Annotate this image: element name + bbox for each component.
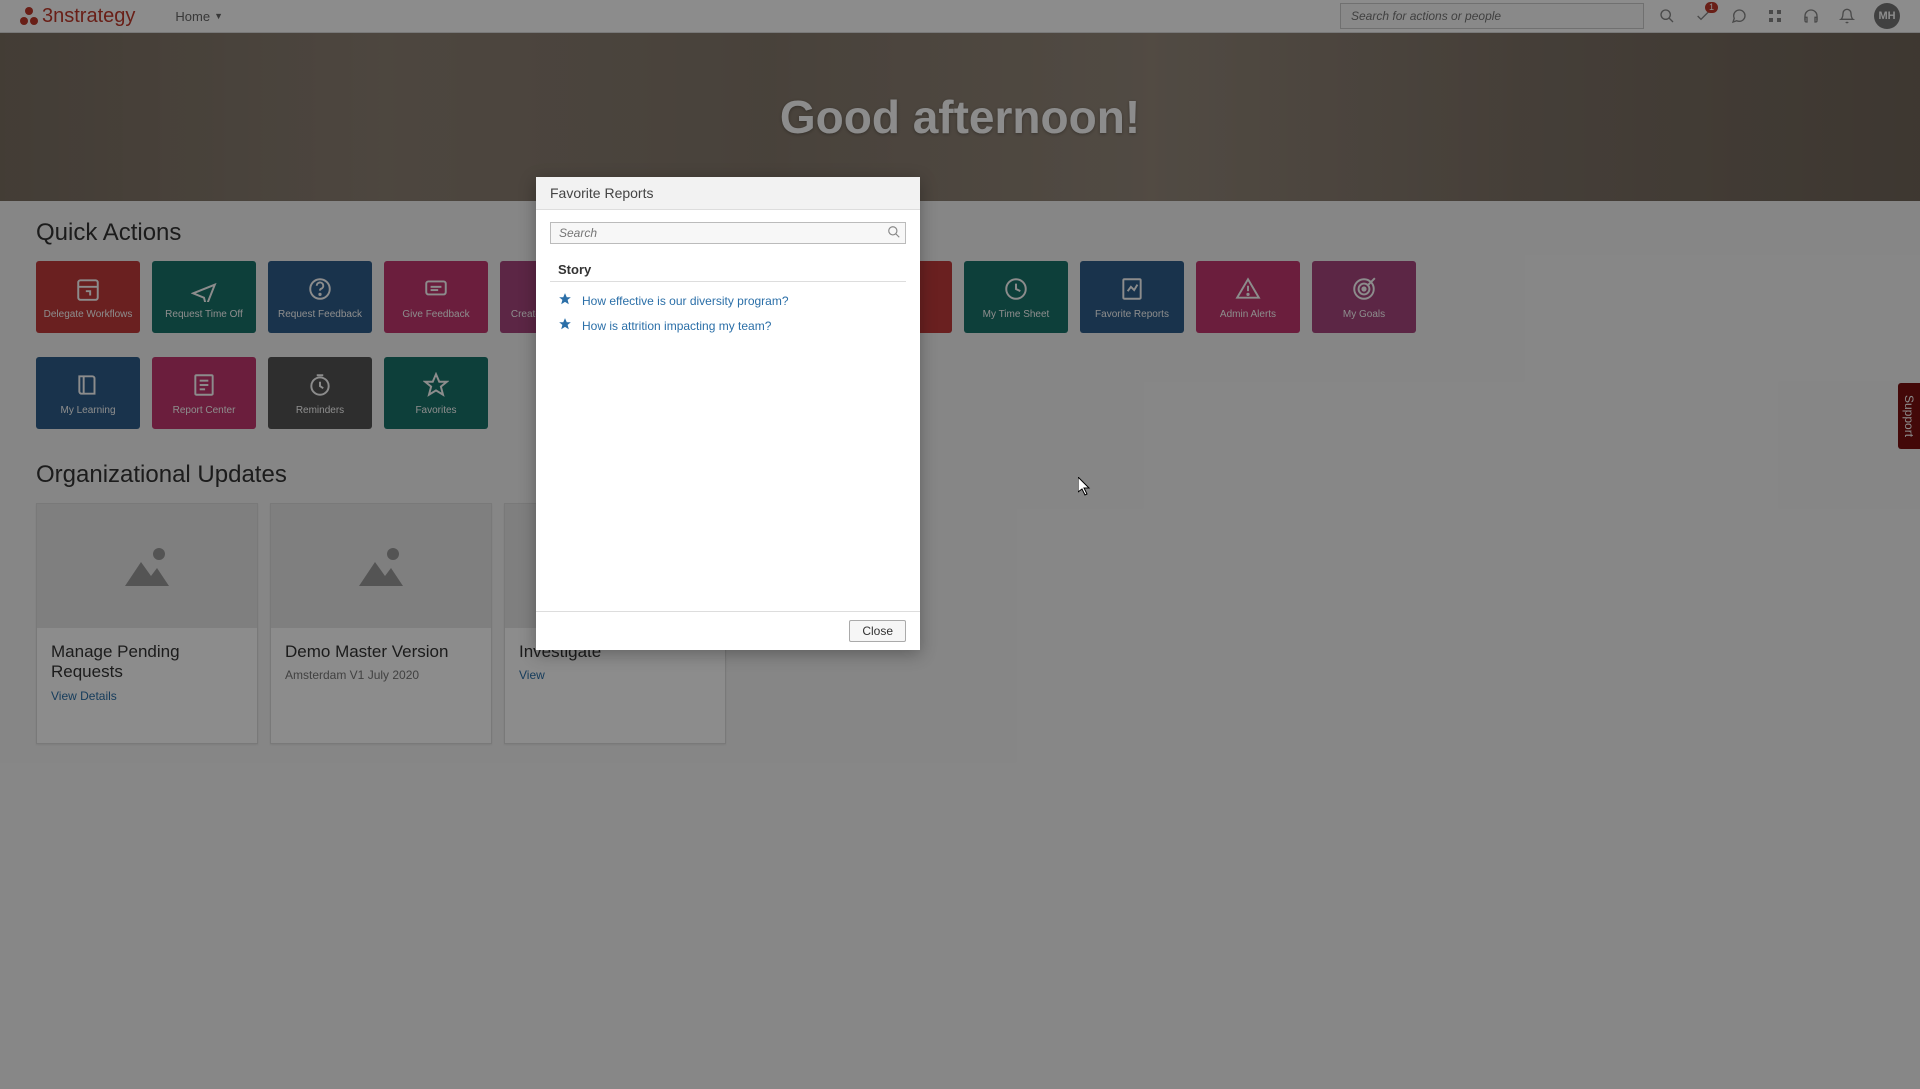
modal-category: Story bbox=[550, 258, 906, 282]
report-row[interactable]: How is attrition impacting my team? bbox=[550, 313, 906, 338]
report-list: How effective is our diversity program? … bbox=[550, 288, 906, 338]
modal-search-input[interactable] bbox=[550, 222, 906, 244]
modal-body: Story How effective is our diversity pro… bbox=[536, 210, 920, 611]
search-icon[interactable] bbox=[887, 225, 901, 244]
star-icon[interactable] bbox=[558, 292, 572, 309]
modal-footer: Close bbox=[536, 611, 920, 650]
close-button[interactable]: Close bbox=[849, 620, 906, 642]
star-icon[interactable] bbox=[558, 317, 572, 334]
modal-title: Favorite Reports bbox=[536, 177, 920, 210]
report-link[interactable]: How effective is our diversity program? bbox=[582, 294, 789, 308]
report-link[interactable]: How is attrition impacting my team? bbox=[582, 319, 771, 333]
modal-overlay[interactable] bbox=[0, 0, 1920, 1089]
favorite-reports-modal: Favorite Reports Story How effective is … bbox=[536, 177, 920, 650]
report-row[interactable]: How effective is our diversity program? bbox=[550, 288, 906, 313]
